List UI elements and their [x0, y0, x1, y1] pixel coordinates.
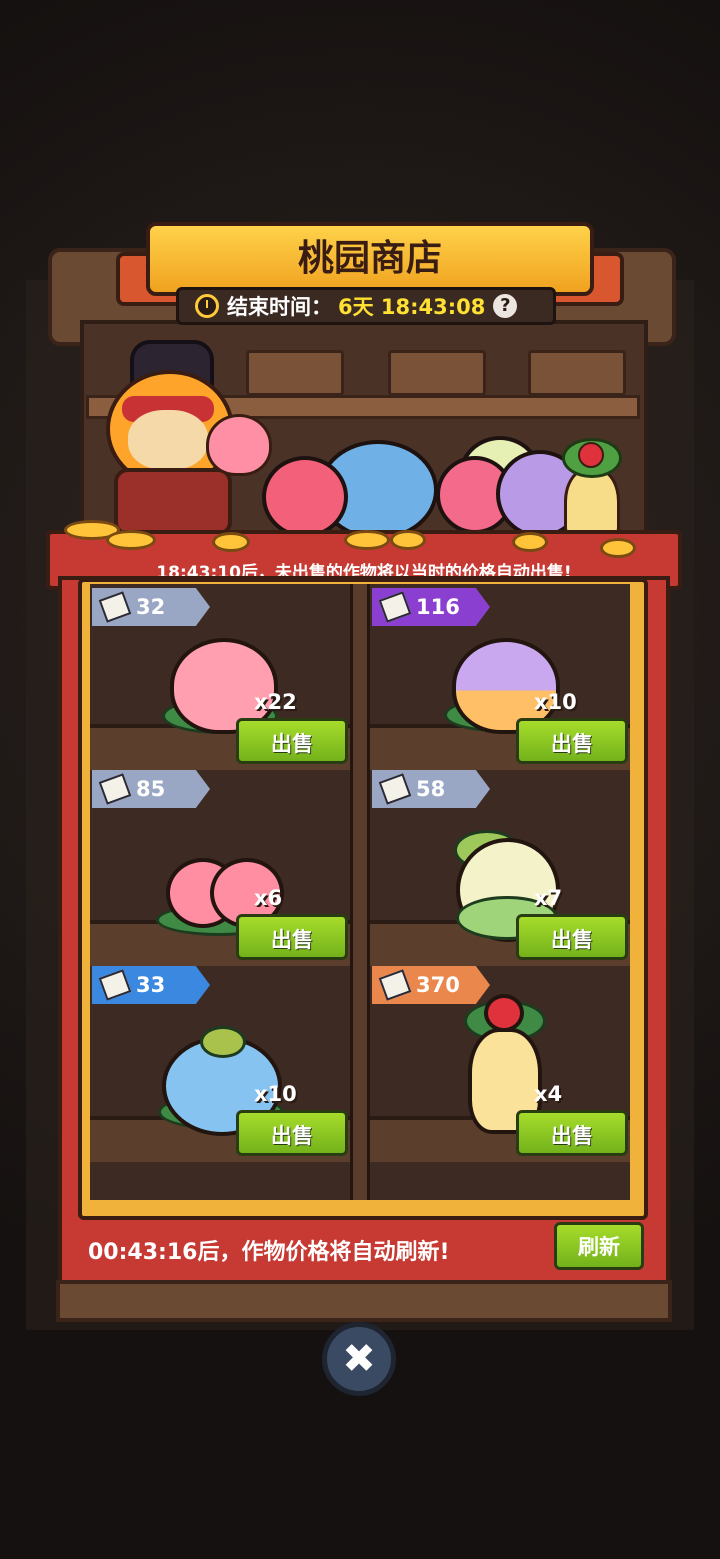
coin-icon [390, 530, 426, 550]
coin-icon [212, 532, 250, 552]
sell-button[interactable]: 出售 [516, 914, 628, 960]
ticket-icon [378, 591, 412, 623]
close-button[interactable]: ✖ [322, 1322, 396, 1396]
price-tag: 58 [372, 770, 490, 808]
price-tag: 32 [92, 588, 210, 626]
quantity: x6 [254, 886, 283, 910]
sell-button[interactable]: 出售 [236, 1110, 348, 1156]
price-tag: 370 [372, 966, 490, 1004]
refresh-notice: 00:43:16后，作物价格将自动刷新! [88, 1240, 450, 1265]
shelf-box [528, 350, 626, 396]
sell-button[interactable]: 出售 [516, 1110, 628, 1156]
crop-slot-purple-peach: 116 x10 出售 [372, 586, 632, 782]
quantity: x4 [534, 1082, 563, 1106]
close-icon: ✖ [342, 1336, 376, 1382]
help-icon[interactable]: ? [493, 294, 518, 318]
price-value: 85 [136, 777, 166, 801]
crop-slot-cabbage: 58 x7 出售 [372, 768, 632, 964]
price-value: 370 [416, 973, 460, 997]
held-peach-icon [206, 414, 272, 476]
price-tag: 116 [372, 588, 490, 626]
cabinet-divider [350, 584, 370, 1200]
ticket-icon [378, 773, 412, 805]
display-peach [262, 456, 348, 538]
sell-button[interactable]: 出售 [516, 718, 628, 764]
ticket-icon [98, 969, 132, 1001]
end-time-bar: 结束时间： 6天 18:43:08 ? [176, 287, 556, 325]
quantity: x10 [534, 690, 577, 714]
stopwatch-icon [195, 294, 219, 318]
crop-slot-peach: 32 x22 出售 [92, 586, 352, 782]
quantity: x7 [534, 886, 563, 910]
end-time-value: 6天 18:43:08 [338, 295, 486, 319]
ticket-icon [98, 773, 132, 805]
quantity: x22 [254, 690, 297, 714]
price-value: 58 [416, 777, 446, 801]
sell-button[interactable]: 出售 [236, 914, 348, 960]
shelf-box [388, 350, 486, 396]
shop-title: 桃园商店 [297, 238, 442, 279]
price-tag: 85 [92, 770, 210, 808]
sell-button[interactable]: 出售 [236, 718, 348, 764]
shelf-box [246, 350, 344, 396]
quantity: x10 [254, 1082, 297, 1106]
coin-icon [106, 530, 156, 550]
price-tag: 33 [92, 966, 210, 1004]
price-value: 116 [416, 595, 460, 619]
case-base [56, 1280, 672, 1322]
crop-slot-twin-peach: 85 x6 出售 [92, 768, 352, 964]
ticket-icon [378, 969, 412, 1001]
price-value: 32 [136, 595, 166, 619]
coin-icon [344, 530, 390, 550]
berry-icon [484, 994, 524, 1032]
coin-icon [512, 532, 548, 552]
coin-icon [600, 538, 636, 558]
crop-slot-mandrake: 370 x4 出售 [372, 964, 632, 1160]
refresh-button[interactable]: 刷新 [554, 1222, 644, 1270]
ticket-icon [98, 591, 132, 623]
end-time-label: 结束时间： [227, 295, 332, 319]
title-banner: 桃园商店 [146, 222, 594, 296]
price-value: 33 [136, 973, 166, 997]
crop-slot-blue-bulb: 33 x10 出售 [92, 964, 352, 1160]
